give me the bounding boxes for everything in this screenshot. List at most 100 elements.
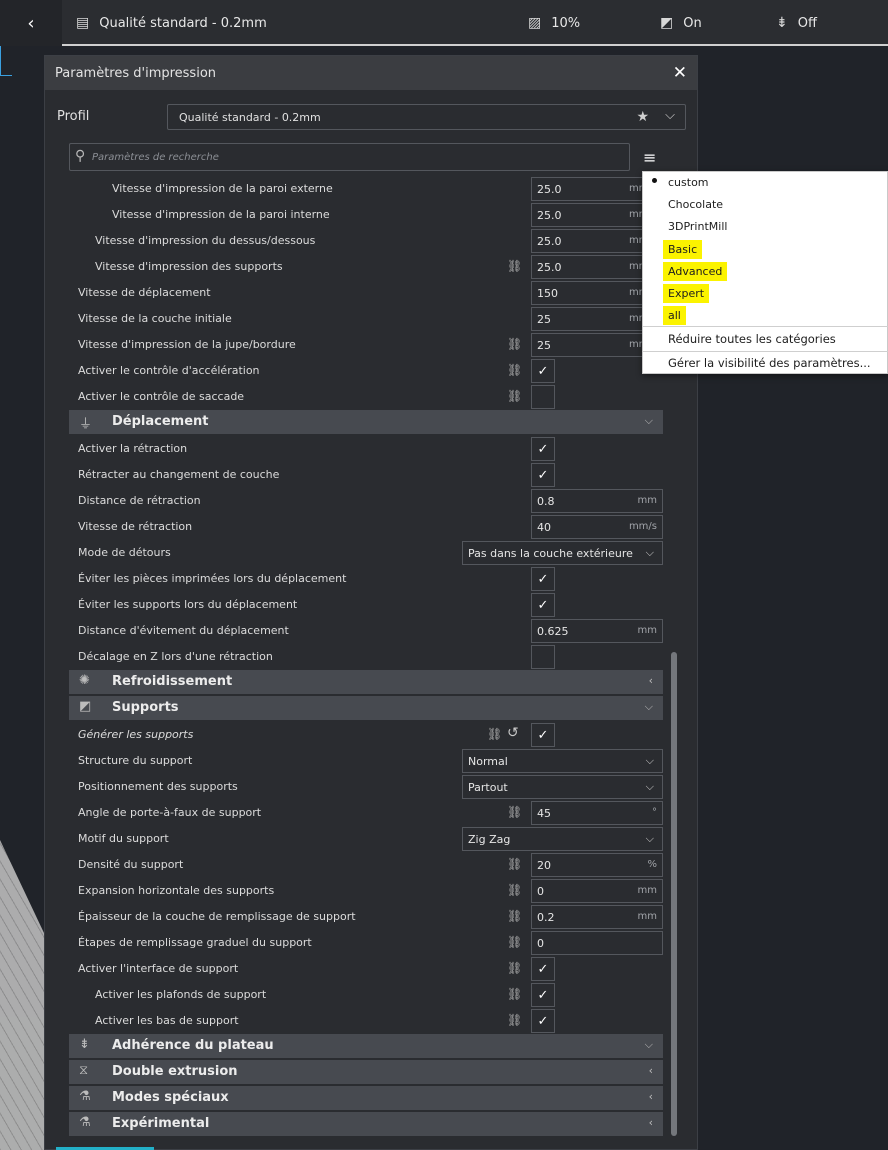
- setting-checkbox[interactable]: [531, 385, 555, 409]
- setting-checkbox[interactable]: [531, 645, 555, 669]
- menu-item-advanced[interactable]: Advanced: [665, 264, 726, 279]
- setting-row[interactable]: Structure du support Normal ⌵: [69, 748, 663, 774]
- category-support[interactable]: ◩ Supports ⌵: [69, 696, 663, 720]
- category-adhesion[interactable]: ⇟ Adhérence du plateau ⌵: [69, 1034, 663, 1058]
- setting-row[interactable]: Vitesse d'impression des supports ⛓ 25.0…: [69, 254, 663, 280]
- setting-label: Expansion horizontale des supports: [78, 884, 275, 897]
- setting-row[interactable]: Positionnement des supports Partout ⌵: [69, 774, 663, 800]
- menu-item-custom[interactable]: custom: [668, 176, 709, 189]
- link-icon[interactable]: ⛓: [487, 727, 502, 741]
- setting-checkbox[interactable]: ✓: [531, 437, 555, 461]
- setting-dropdown[interactable]: Pas dans la couche extérieure ⌵: [462, 541, 663, 565]
- menu-item-3dprintmill[interactable]: 3DPrintMill: [668, 220, 727, 233]
- setting-input[interactable]: 45 °: [531, 801, 663, 825]
- setting-row[interactable]: Activer le contrôle d'accélération ⛓ ✓: [69, 358, 663, 384]
- setting-row[interactable]: Angle de porte-à-faux de support ⛓ 45 °: [69, 800, 663, 826]
- collapse-button[interactable]: ‹: [0, 0, 62, 46]
- link-icon[interactable]: ⛓: [507, 987, 522, 1001]
- link-icon[interactable]: ⛓: [507, 389, 522, 403]
- menu-item-chocolate[interactable]: Chocolate: [668, 198, 723, 211]
- menu-item-manage-visibility[interactable]: Gérer la visibilité des paramètres...: [668, 356, 871, 370]
- setting-row[interactable]: Densité du support ⛓ 20%: [69, 852, 663, 878]
- setting-row[interactable]: Générer les supports ⛓ ↺ ✓: [69, 722, 663, 748]
- category-experimental[interactable]: ⚗ Expérimental ‹: [69, 1112, 663, 1136]
- setting-row[interactable]: Vitesse de déplacement 150mm/s: [69, 280, 663, 306]
- setting-row[interactable]: Distance d'évitement du déplacement 0.62…: [69, 618, 663, 644]
- link-icon[interactable]: ⛓: [507, 909, 522, 923]
- link-icon[interactable]: ⛓: [507, 883, 522, 897]
- setting-checkbox[interactable]: ✓: [531, 983, 555, 1007]
- field-unit: mm: [637, 625, 657, 636]
- setting-input[interactable]: 20%: [531, 853, 663, 877]
- link-icon[interactable]: ⛓: [507, 857, 522, 871]
- setting-input[interactable]: 0.625 mm: [531, 619, 663, 643]
- setting-row[interactable]: Motif du support Zig Zag ⌵: [69, 826, 663, 852]
- link-icon[interactable]: ⛓: [507, 805, 522, 819]
- setting-checkbox[interactable]: ✓: [531, 593, 555, 617]
- setting-row[interactable]: Vitesse de la couche initiale 25mm/s: [69, 306, 663, 332]
- setting-row[interactable]: Mode de détours Pas dans la couche extér…: [69, 540, 663, 566]
- setting-row[interactable]: Épaisseur de la couche de remplissage de…: [69, 904, 663, 930]
- infill-summary[interactable]: ▨ 10%: [528, 0, 580, 46]
- link-icon[interactable]: ⛓: [507, 961, 522, 975]
- category-cooling[interactable]: ✺ Refroidissement ‹: [69, 670, 663, 694]
- link-icon[interactable]: ⛓: [507, 1013, 522, 1027]
- link-icon[interactable]: ⛓: [507, 935, 522, 949]
- category-dual-extrusion[interactable]: ⧖ Double extrusion ‹: [69, 1060, 663, 1084]
- setting-checkbox[interactable]: ✓: [531, 1009, 555, 1033]
- setting-row[interactable]: Activer les plafonds de support ⛓ ✓: [69, 982, 663, 1008]
- setting-row[interactable]: Expansion horizontale des supports ⛓ 0 mm: [69, 878, 663, 904]
- menu-icon[interactable]: ≡: [643, 148, 656, 167]
- print-setup-bar[interactable]: ‹ ▤ Qualité standard - 0.2mm ▨ 10% ◩ On …: [0, 0, 888, 46]
- setting-input[interactable]: 0 mm: [531, 879, 663, 903]
- menu-item-basic[interactable]: Basic: [665, 242, 701, 257]
- menu-item-expert[interactable]: Expert: [665, 286, 708, 301]
- setting-checkbox[interactable]: ✓: [531, 359, 555, 383]
- setting-row[interactable]: Distance de rétraction 0.8 mm: [69, 488, 663, 514]
- setting-row[interactable]: Vitesse d'impression du dessus/dessous 2…: [69, 228, 663, 254]
- setting-row[interactable]: Activer les bas de support ⛓ ✓: [69, 1008, 663, 1034]
- setting-input[interactable]: 0.8 mm: [531, 489, 663, 513]
- setting-checkbox[interactable]: ✓: [531, 567, 555, 591]
- setting-checkbox[interactable]: ✓: [531, 723, 555, 747]
- profile-summary-label: Qualité standard - 0.2mm: [99, 15, 267, 31]
- support-summary[interactable]: ◩ On: [660, 0, 702, 46]
- setting-label: Vitesse de la couche initiale: [78, 312, 232, 325]
- setting-dropdown[interactable]: Normal ⌵: [462, 749, 663, 773]
- setting-checkbox[interactable]: ✓: [531, 463, 555, 487]
- setting-input[interactable]: 0.2 mm: [531, 905, 663, 929]
- setting-row[interactable]: Activer le contrôle de saccade ⛓: [69, 384, 663, 410]
- setting-input[interactable]: 0: [531, 931, 663, 955]
- setting-row[interactable]: Éviter les supports lors du déplacement …: [69, 592, 663, 618]
- setting-row[interactable]: Vitesse d'impression de la paroi externe…: [69, 176, 663, 202]
- category-travel[interactable]: ⏚ Déplacement ⌵: [69, 410, 663, 434]
- setting-dropdown[interactable]: Partout ⌵: [462, 775, 663, 799]
- search-input[interactable]: ⚲ Paramètres de recherche: [69, 143, 630, 171]
- setting-row[interactable]: Rétracter au changement de couche ✓: [69, 462, 663, 488]
- link-icon[interactable]: ⛓: [507, 337, 522, 351]
- reset-icon[interactable]: ↺: [507, 725, 519, 741]
- setting-row[interactable]: Vitesse d'impression de la jupe/bordure …: [69, 332, 663, 358]
- adhesion-summary[interactable]: ⇟ Off: [776, 0, 817, 46]
- setting-dropdown[interactable]: Zig Zag ⌵: [462, 827, 663, 851]
- setting-input[interactable]: 40 mm/s: [531, 515, 663, 539]
- menu-item-all[interactable]: all: [665, 308, 684, 323]
- setting-row[interactable]: Vitesse de rétraction 40 mm/s: [69, 514, 663, 540]
- setting-row[interactable]: Vitesse d'impression de la paroi interne…: [69, 202, 663, 228]
- link-icon[interactable]: ⛓: [507, 363, 522, 377]
- category-special-modes[interactable]: ⚗ Modes spéciaux ‹: [69, 1086, 663, 1110]
- setting-row[interactable]: Activer la rétraction ✓: [69, 436, 663, 462]
- menu-item-collapse-all[interactable]: Réduire toutes les catégories: [668, 332, 836, 346]
- close-icon[interactable]: ✕: [673, 63, 687, 83]
- setting-row[interactable]: Éviter les pièces imprimées lors du dépl…: [69, 566, 663, 592]
- link-icon[interactable]: ⛓: [507, 259, 522, 273]
- setting-checkbox[interactable]: ✓: [531, 957, 555, 981]
- scrollbar[interactable]: [671, 652, 677, 1136]
- visibility-menu: custom Chocolate 3DPrintMill Basic Advan…: [642, 171, 888, 374]
- profile-select[interactable]: Qualité standard - 0.2mm ★ ⌵: [167, 104, 686, 130]
- setting-row[interactable]: Activer l'interface de support ⛓ ✓: [69, 956, 663, 982]
- setting-row[interactable]: Décalage en Z lors d'une rétraction: [69, 644, 663, 670]
- setting-row[interactable]: Étapes de remplissage graduel du support…: [69, 930, 663, 956]
- star-icon[interactable]: ★: [636, 109, 649, 125]
- profile-summary[interactable]: ▤ Qualité standard - 0.2mm: [76, 0, 267, 46]
